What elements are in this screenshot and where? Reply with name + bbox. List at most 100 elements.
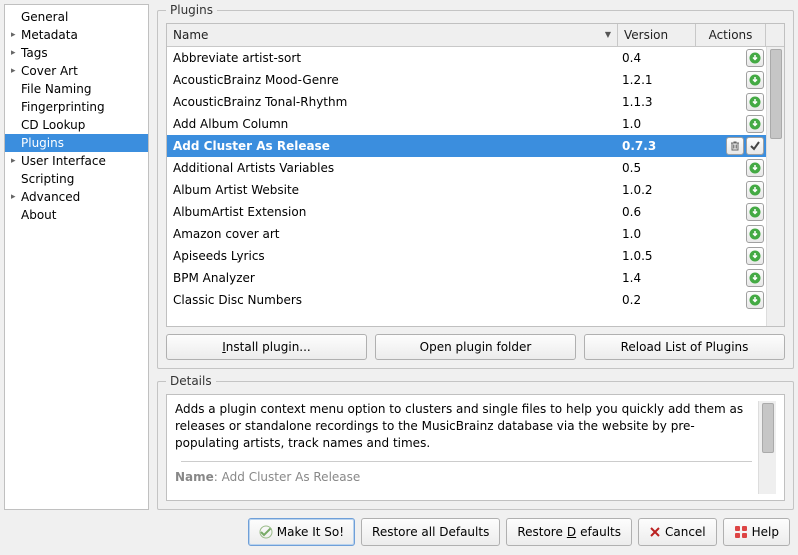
download-icon <box>749 74 761 86</box>
sidebar-item-cd-lookup[interactable]: CD Lookup <box>5 116 148 134</box>
details-divider <box>181 461 752 462</box>
plugin-version-cell: 1.0.5 <box>618 249 696 263</box>
sidebar-item-general[interactable]: General <box>5 8 148 26</box>
sidebar-item-label: Cover Art <box>21 64 78 78</box>
table-row[interactable]: Abbreviate artist-sort0.4 <box>167 47 784 69</box>
open-plugin-folder-button[interactable]: Open plugin folder <box>375 334 576 360</box>
sidebar-item-metadata[interactable]: ▸Metadata <box>5 26 148 44</box>
trash-icon <box>729 140 741 152</box>
download-button[interactable] <box>746 71 764 89</box>
plugin-version-cell: 1.0 <box>618 227 696 241</box>
sidebar-item-fingerprinting[interactable]: Fingerprinting <box>5 98 148 116</box>
plugin-name-cell: Apiseeds Lyrics <box>173 249 618 263</box>
download-icon <box>749 118 761 130</box>
sidebar-item-label: Scripting <box>21 172 74 186</box>
help-button[interactable]: Help <box>723 518 790 546</box>
sidebar-item-tags[interactable]: ▸Tags <box>5 44 148 62</box>
install-plugin-button[interactable]: Install plugin... <box>166 334 367 360</box>
details-content: Adds a plugin context menu option to clu… <box>166 394 785 501</box>
plugin-version-cell: 0.7.3 <box>618 139 696 153</box>
download-button[interactable] <box>746 93 764 111</box>
table-row[interactable]: Add Album Column1.0 <box>167 113 784 135</box>
plugins-table: Name ▼ Version Actions Abbreviate artist… <box>166 23 785 327</box>
details-name-row: Name: Add Cluster As Release <box>175 470 758 484</box>
download-button[interactable] <box>746 115 764 133</box>
plugin-version-cell: 1.1.3 <box>618 95 696 109</box>
scrollbar-thumb[interactable] <box>762 403 774 453</box>
plugin-version-cell: 0.2 <box>618 293 696 307</box>
download-button[interactable] <box>746 181 764 199</box>
reload-plugins-button[interactable]: Reload List of Plugins <box>584 334 785 360</box>
sidebar-item-label: Fingerprinting <box>21 100 105 114</box>
check-icon <box>749 140 761 152</box>
table-row[interactable]: Album Artist Website1.0.2 <box>167 179 784 201</box>
restore-all-defaults-button[interactable]: Restore all Defaults <box>361 518 500 546</box>
expand-icon: ▸ <box>11 66 21 76</box>
sidebar-item-scripting[interactable]: Scripting <box>5 170 148 188</box>
plugin-name-cell: AcousticBrainz Tonal-Rhythm <box>173 95 618 109</box>
plugin-button-row: Install plugin... Open plugin folder Rel… <box>166 334 785 360</box>
plugin-actions-cell <box>696 71 766 89</box>
plugins-group-title: Plugins <box>166 3 217 17</box>
table-row[interactable]: Add Cluster As Release0.7.3 <box>167 135 784 157</box>
sidebar-item-label: CD Lookup <box>21 118 85 132</box>
download-button[interactable] <box>746 159 764 177</box>
sidebar-item-advanced[interactable]: ▸Advanced <box>5 188 148 206</box>
expand-icon: ▸ <box>11 30 21 40</box>
column-header-actions[interactable]: Actions <box>696 24 766 46</box>
make-it-so-button[interactable]: Make It So! <box>248 518 355 546</box>
download-button[interactable] <box>746 291 764 309</box>
details-scrollbar[interactable] <box>758 401 776 494</box>
download-button[interactable] <box>746 49 764 67</box>
plugin-actions-cell <box>696 115 766 133</box>
plugin-name-cell: Album Artist Website <box>173 183 618 197</box>
sidebar-item-label: Plugins <box>21 136 64 150</box>
plugin-actions-cell <box>696 159 766 177</box>
plugin-version-cell: 0.6 <box>618 205 696 219</box>
table-row[interactable]: Apiseeds Lyrics1.0.5 <box>167 245 784 267</box>
table-row[interactable]: AcousticBrainz Tonal-Rhythm1.1.3 <box>167 91 784 113</box>
download-button[interactable] <box>746 203 764 221</box>
uninstall-button[interactable] <box>726 137 744 155</box>
download-button[interactable] <box>746 247 764 265</box>
sidebar-item-cover-art[interactable]: ▸Cover Art <box>5 62 148 80</box>
download-button[interactable] <box>746 225 764 243</box>
table-row[interactable]: Additional Artists Variables0.5 <box>167 157 784 179</box>
plugins-group: Plugins Name ▼ Version Actions Abbreviat… <box>157 10 794 369</box>
column-header-name[interactable]: Name ▼ <box>167 24 618 46</box>
plugin-name-cell: BPM Analyzer <box>173 271 618 285</box>
table-row[interactable]: AcousticBrainz Mood-Genre1.2.1 <box>167 69 784 91</box>
table-row[interactable]: BPM Analyzer1.4 <box>167 267 784 289</box>
table-row[interactable]: Amazon cover art1.0 <box>167 223 784 245</box>
plugin-version-cell: 0.4 <box>618 51 696 65</box>
table-row[interactable]: Classic Disc Numbers0.2 <box>167 289 784 311</box>
plugin-name-cell: Classic Disc Numbers <box>173 293 618 307</box>
sidebar-item-about[interactable]: About <box>5 206 148 224</box>
restore-defaults-button[interactable]: Restore Defaults <box>506 518 632 546</box>
sort-indicator-icon: ▼ <box>605 30 611 39</box>
download-icon <box>749 184 761 196</box>
plugin-actions-cell <box>696 93 766 111</box>
sidebar-item-plugins[interactable]: Plugins <box>5 134 148 152</box>
sidebar-item-label: About <box>21 208 56 222</box>
scrollbar-thumb[interactable] <box>770 49 782 139</box>
enabled-button[interactable] <box>746 137 764 155</box>
sidebar-item-user-interface[interactable]: ▸User Interface <box>5 152 148 170</box>
details-group-title: Details <box>166 374 216 388</box>
details-group: Details Adds a plugin context menu optio… <box>157 381 794 510</box>
download-button[interactable] <box>746 269 764 287</box>
plugin-version-cell: 1.4 <box>618 271 696 285</box>
plugin-name-cell: Abbreviate artist-sort <box>173 51 618 65</box>
vertical-scrollbar[interactable] <box>766 47 784 326</box>
column-header-version[interactable]: Version <box>618 24 696 46</box>
sidebar-item-file-naming[interactable]: File Naming <box>5 80 148 98</box>
dialog-button-bar: Make It So! Restore all Defaults Restore… <box>0 514 798 546</box>
hand-icon <box>259 525 273 539</box>
cancel-button[interactable]: Cancel <box>638 518 717 546</box>
table-row[interactable]: AlbumArtist Extension0.6 <box>167 201 784 223</box>
table-body: Abbreviate artist-sort0.4AcousticBrainz … <box>167 47 784 326</box>
plugin-actions-cell <box>696 225 766 243</box>
plugin-name-cell: Additional Artists Variables <box>173 161 618 175</box>
plugin-version-cell: 0.5 <box>618 161 696 175</box>
help-icon <box>734 525 748 539</box>
